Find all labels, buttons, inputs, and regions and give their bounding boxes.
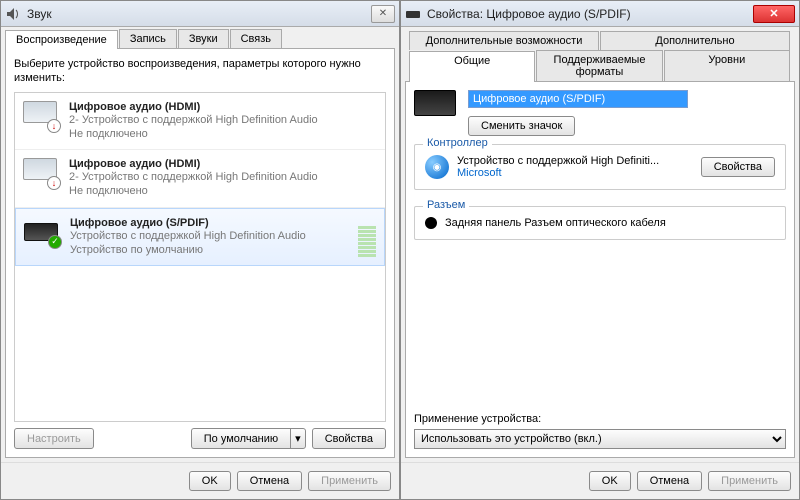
- device-name: Цифровое аудио (HDMI): [69, 158, 377, 170]
- tab-formats[interactable]: Поддерживаемые форматы: [536, 50, 662, 81]
- jack-color-icon: [425, 217, 437, 229]
- tab-levels[interactable]: Уровни: [664, 50, 790, 81]
- tabs-left: Воспроизведение Запись Звуки Связь: [1, 27, 399, 48]
- change-icon-button[interactable]: Сменить значок: [468, 116, 575, 136]
- tab-playback[interactable]: Воспроизведение: [5, 30, 118, 49]
- device-sub: Устройство с поддержкой High Definition …: [70, 229, 358, 243]
- set-default-arrow[interactable]: ▾: [290, 428, 306, 449]
- device-sub: 2- Устройство с поддержкой High Definiti…: [69, 170, 377, 184]
- dialog-buttons-right: OK Отмена Применить: [401, 462, 799, 499]
- set-default-dropdown[interactable]: По умолчанию ▾: [191, 428, 306, 449]
- window-title: Звук: [27, 7, 371, 21]
- tab-general[interactable]: Общие: [409, 51, 535, 82]
- device-icon: [405, 6, 421, 22]
- device-name: Цифровое аудио (S/PDIF): [70, 217, 358, 229]
- cancel-button[interactable]: Отмена: [237, 471, 302, 491]
- dialog-buttons-left: OK Отмена Применить: [1, 462, 399, 499]
- speaker-icon: [5, 6, 21, 22]
- properties-button[interactable]: Свойства: [312, 428, 386, 449]
- configure-button[interactable]: Настроить: [14, 428, 94, 449]
- device-list[interactable]: ↓ Цифровое аудио (HDMI) 2- Устройство с …: [14, 92, 386, 422]
- general-panel: Сменить значок Контроллер ◉ Устройство с…: [405, 81, 795, 458]
- apply-button[interactable]: Применить: [708, 471, 791, 491]
- instruction-text: Выберите устройство воспроизведения, пар…: [14, 57, 386, 86]
- titlebar-left[interactable]: Звук ✕: [1, 1, 399, 27]
- controller-name: Устройство с поддержкой High Definiti...: [457, 155, 693, 167]
- set-default-button[interactable]: По умолчанию: [191, 428, 290, 449]
- ok-button[interactable]: OK: [589, 471, 631, 491]
- window-title: Свойства: Цифровое аудио (S/PDIF): [427, 7, 753, 21]
- jack-legend: Разъем: [423, 199, 469, 211]
- device-item[interactable]: ✓ Цифровое аудио (S/PDIF) Устройство с п…: [15, 208, 385, 267]
- tab-communications[interactable]: Связь: [230, 29, 282, 48]
- device-name-input[interactable]: [468, 90, 688, 108]
- device-item[interactable]: ↓ Цифровое аудио (HDMI) 2- Устройство с …: [15, 93, 385, 151]
- properties-window: Свойства: Цифровое аудио (S/PDIF) ✕ Допо…: [400, 0, 800, 500]
- spdif-icon: ✓: [24, 217, 60, 247]
- level-meter: [358, 217, 376, 258]
- tab-sounds[interactable]: Звуки: [178, 29, 229, 48]
- status-badge-down: ↓: [47, 176, 61, 190]
- titlebar-right[interactable]: Свойства: Цифровое аудио (S/PDIF) ✕: [401, 1, 799, 27]
- controller-manufacturer[interactable]: Microsoft: [457, 167, 693, 179]
- sound-window: Звук ✕ Воспроизведение Запись Звуки Связ…: [0, 0, 400, 500]
- tab-recording[interactable]: Запись: [119, 29, 177, 48]
- device-name: Цифровое аудио (HDMI): [69, 101, 377, 113]
- close-button[interactable]: ✕: [371, 5, 395, 23]
- jack-text: Задняя панель Разъем оптического кабеля: [445, 217, 666, 229]
- device-name-section: Сменить значок: [414, 90, 786, 136]
- status-badge-ok: ✓: [48, 235, 62, 249]
- monitor-icon: ↓: [23, 101, 59, 131]
- device-button-row: Настроить По умолчанию ▾ Свойства: [14, 422, 386, 449]
- controller-legend: Контроллер: [423, 137, 492, 149]
- usage-select[interactable]: Использовать это устройство (вкл.): [414, 429, 786, 449]
- close-button[interactable]: ✕: [753, 5, 795, 23]
- device-sub: 2- Устройство с поддержкой High Definiti…: [69, 113, 377, 127]
- tabs-right: Дополнительные возможности Дополнительно…: [401, 27, 799, 81]
- device-large-icon: [414, 90, 456, 116]
- device-status: Не подключено: [69, 127, 377, 141]
- device-status: Не подключено: [69, 184, 377, 198]
- cancel-button[interactable]: Отмена: [637, 471, 702, 491]
- usage-label: Применение устройства:: [414, 413, 786, 425]
- ok-button[interactable]: OK: [189, 471, 231, 491]
- controller-group: Контроллер ◉ Устройство с поддержкой Hig…: [414, 144, 786, 190]
- playback-panel: Выберите устройство воспроизведения, пар…: [5, 48, 395, 458]
- tab-enhancements[interactable]: Дополнительные возможности: [409, 31, 599, 50]
- tab-advanced[interactable]: Дополнительно: [600, 31, 790, 50]
- device-item[interactable]: ↓ Цифровое аудио (HDMI) 2- Устройство с …: [15, 150, 385, 208]
- monitor-icon: ↓: [23, 158, 59, 188]
- device-status: Устройство по умолчанию: [70, 243, 358, 257]
- device-usage-section: Применение устройства: Использовать это …: [414, 413, 786, 449]
- jack-group: Разъем Задняя панель Разъем оптического …: [414, 206, 786, 240]
- status-badge-down: ↓: [47, 119, 61, 133]
- controller-properties-button[interactable]: Свойства: [701, 157, 775, 177]
- controller-icon: ◉: [425, 155, 449, 179]
- apply-button[interactable]: Применить: [308, 471, 391, 491]
